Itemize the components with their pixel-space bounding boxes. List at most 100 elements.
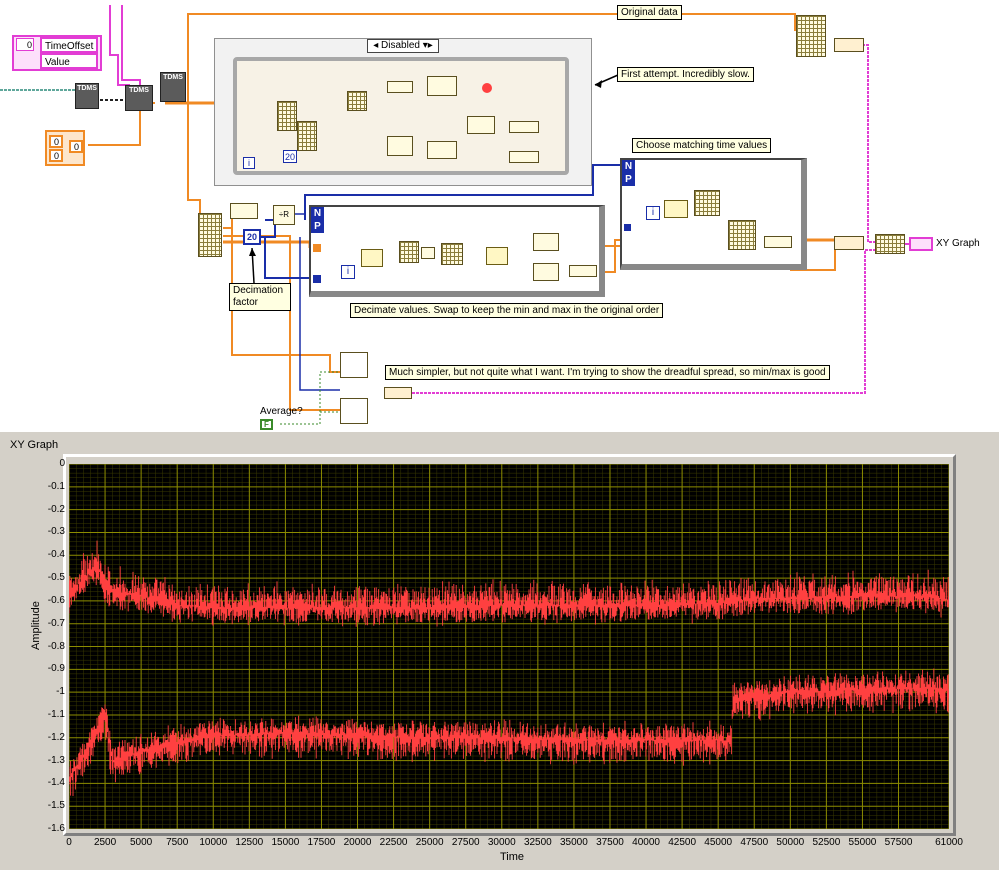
greater-node[interactable] bbox=[486, 247, 508, 265]
note-decimation-line2: factor bbox=[233, 297, 259, 308]
unbundle-original-node[interactable] bbox=[796, 15, 826, 57]
decimate-for-loop: N P i bbox=[309, 205, 605, 297]
note-decimation-line1: Decimation bbox=[233, 285, 284, 296]
quotient-node[interactable]: ÷R bbox=[273, 205, 295, 225]
x-tick-label: 12500 bbox=[235, 837, 264, 848]
x-tick-label: 61000 bbox=[935, 837, 963, 848]
unbundle-node[interactable] bbox=[198, 213, 222, 257]
array-subset-node[interactable] bbox=[399, 241, 419, 263]
match-loop-parallel-p[interactable]: P bbox=[622, 173, 635, 186]
array-value-2[interactable]: 0 bbox=[49, 149, 63, 162]
note-first-attempt: First attempt. Incredibly slow. bbox=[617, 67, 754, 82]
note-decimation-factor: Decimation factor bbox=[229, 283, 291, 311]
x-tick-label: 35000 bbox=[560, 837, 588, 848]
y-tick-label: -0.2 bbox=[47, 503, 65, 515]
decimate-express-node-1[interactable] bbox=[340, 352, 368, 378]
y-tick-label: -1.1 bbox=[47, 708, 65, 720]
tdms-open-node[interactable]: TDMS bbox=[75, 83, 99, 109]
y-tick-label: -1.2 bbox=[47, 731, 65, 743]
y-axis-label: Amplitude bbox=[30, 601, 42, 650]
y-tick-label: -0.1 bbox=[47, 480, 65, 492]
decimation-constant[interactable]: 20 bbox=[243, 229, 261, 245]
x-tick-label: 42500 bbox=[668, 837, 697, 848]
disabled-for-loop: 20 i bbox=[233, 57, 569, 175]
y-tick-label: -0.3 bbox=[47, 526, 65, 538]
disabled-stop-icon bbox=[482, 83, 492, 93]
disabled-selector-label: Disabled bbox=[381, 40, 420, 51]
disabled-node-c bbox=[387, 136, 413, 156]
note-decimate-values: Decimate values. Swap to keep the min an… bbox=[350, 303, 664, 318]
note-original-data: Original data bbox=[617, 5, 682, 20]
disabled-array-node bbox=[297, 121, 317, 151]
swap-node-1[interactable] bbox=[533, 233, 559, 251]
array-size-node[interactable] bbox=[230, 203, 258, 219]
disabled-build-2 bbox=[509, 151, 539, 163]
x-tick-label: 27500 bbox=[451, 837, 480, 848]
tdms-open-label: TDMS bbox=[77, 85, 97, 92]
tunnel-blue bbox=[313, 275, 321, 283]
disabled-build-1 bbox=[509, 121, 539, 133]
x-tick-label: 25000 bbox=[415, 837, 444, 848]
tdms-read-node[interactable]: TDMS bbox=[125, 85, 153, 111]
match-loop-count-n[interactable]: N bbox=[622, 160, 635, 173]
array-value-1[interactable]: 0 bbox=[49, 135, 63, 148]
array-index-display[interactable]: 0 bbox=[69, 140, 83, 153]
cluster-element-timeoffset[interactable]: TimeOffset bbox=[40, 37, 98, 53]
match-iteration-icon: i bbox=[646, 206, 660, 220]
min-max-node[interactable] bbox=[441, 243, 463, 265]
decimate-express-node-2[interactable] bbox=[340, 398, 368, 424]
cluster-element-value[interactable]: Value bbox=[40, 53, 98, 69]
y-tick-label: -0.9 bbox=[47, 663, 65, 675]
y-tick-label: -0.4 bbox=[47, 549, 65, 561]
average-bool-constant[interactable]: F bbox=[260, 419, 273, 430]
disabled-iteration-icon: i bbox=[243, 157, 255, 169]
graph-title: XY Graph bbox=[10, 439, 59, 451]
x-tick-label: 2500 bbox=[93, 837, 117, 848]
note-much-simpler: Much simpler, but not quite what I want.… bbox=[385, 365, 830, 380]
multiply-node[interactable] bbox=[361, 249, 383, 267]
loop-count-n[interactable]: N bbox=[311, 207, 324, 220]
array-min-node[interactable] bbox=[421, 247, 435, 259]
build-array-node-mid[interactable] bbox=[834, 236, 864, 250]
disabled-selector[interactable]: ◂ Disabled ▾▸ bbox=[367, 39, 439, 53]
cluster-constant[interactable]: 0 TimeOffset Value bbox=[12, 35, 102, 71]
x-tick-label: 55000 bbox=[848, 837, 877, 848]
swap-node-2[interactable] bbox=[533, 263, 559, 281]
x-tick-label: 0 bbox=[66, 837, 72, 848]
array-constant[interactable]: 0 0 0 bbox=[45, 130, 85, 166]
y-tick-label: -1.6 bbox=[47, 823, 65, 834]
match-build-array[interactable] bbox=[764, 236, 792, 248]
x-tick-label: 57500 bbox=[884, 837, 913, 848]
iteration-icon: i bbox=[341, 265, 355, 279]
cluster-index-display[interactable]: 0 bbox=[16, 38, 34, 51]
y-tick-label: 0 bbox=[59, 458, 65, 469]
x-axis-label: Time bbox=[500, 851, 525, 863]
xy-graph-terminal-icon[interactable] bbox=[909, 237, 933, 251]
match-multiply-node[interactable] bbox=[664, 200, 688, 218]
y-tick-label: -1.3 bbox=[47, 754, 65, 766]
loop-parallel-p[interactable]: P bbox=[311, 220, 324, 233]
x-tick-label: 20000 bbox=[343, 837, 372, 848]
x-tick-label: 45000 bbox=[704, 837, 733, 848]
x-tick-label: 50000 bbox=[776, 837, 805, 848]
x-tick-label: 10000 bbox=[199, 837, 228, 848]
build-array-node-top[interactable] bbox=[834, 38, 864, 52]
x-tick-label: 37500 bbox=[596, 837, 624, 848]
disabled-node-b bbox=[387, 81, 413, 93]
plot-area[interactable] bbox=[69, 464, 949, 829]
x-tick-label: 32500 bbox=[523, 837, 552, 848]
block-diagram: 0 TimeOffset Value 0 0 0 TDMS TDMS TDMS … bbox=[0, 0, 999, 430]
match-bundle-node[interactable] bbox=[728, 220, 756, 250]
build-array-inner[interactable] bbox=[569, 265, 597, 277]
tdms-close-node[interactable]: TDMS bbox=[160, 72, 186, 102]
average-label: Average? bbox=[260, 406, 303, 417]
build-xy-node[interactable] bbox=[875, 234, 905, 254]
y-tick-label: -1.5 bbox=[47, 800, 65, 812]
match-tunnel-blue bbox=[624, 224, 631, 231]
disabled-swap bbox=[467, 116, 495, 134]
x-tick-label: 5000 bbox=[130, 837, 153, 848]
build-array-node-bottom[interactable] bbox=[384, 387, 412, 399]
note-choose-matching: Choose matching time values bbox=[632, 138, 772, 153]
match-index-node[interactable] bbox=[694, 190, 720, 216]
matching-for-loop: N P i bbox=[620, 158, 807, 270]
